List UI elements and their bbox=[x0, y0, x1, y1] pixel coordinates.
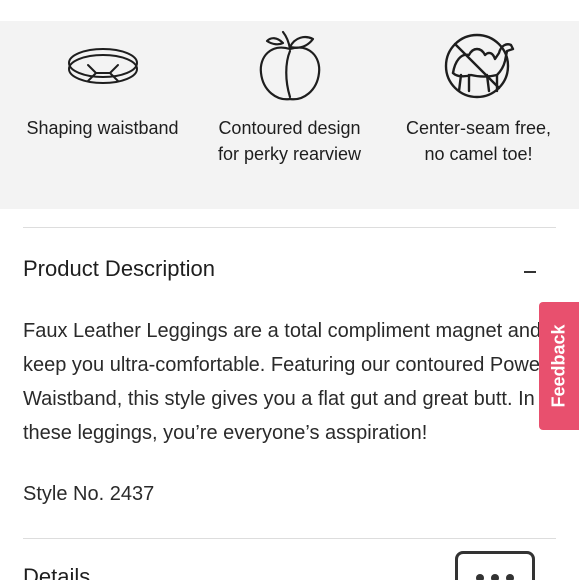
feedback-tab[interactable]: Feedback bbox=[539, 302, 579, 430]
product-description-text: Faux Leather Leggings are a total compli… bbox=[23, 320, 547, 444]
feature-shaping-waistband: Shaping waistband bbox=[6, 21, 199, 209]
feature-center-seam-free: Center-seam free, no camel toe! bbox=[382, 21, 575, 209]
peach-icon bbox=[257, 29, 323, 108]
style-number: Style No. 2437 bbox=[23, 483, 155, 505]
ellipsis-dot bbox=[491, 574, 499, 580]
ellipsis-dot bbox=[476, 574, 484, 580]
feature-caption: Shaping waistband bbox=[26, 118, 179, 138]
feature-band: Shaping waistband Contoured design for p… bbox=[0, 21, 579, 209]
ellipsis-dot bbox=[506, 574, 514, 580]
rotating-arrows-waistband-icon bbox=[66, 41, 140, 96]
collapse-toggle-button[interactable] bbox=[520, 262, 542, 282]
feature-contoured-design: Contoured design for perky rearview bbox=[193, 21, 386, 209]
divider bbox=[23, 538, 556, 539]
no-camel-icon bbox=[441, 31, 517, 106]
feature-caption: Contoured design for perky rearview bbox=[217, 118, 362, 164]
details-heading[interactable]: Details bbox=[23, 562, 90, 580]
minus-icon bbox=[524, 271, 536, 273]
product-description-heading[interactable]: Product Description bbox=[23, 254, 215, 284]
product-page: Shaping waistband Contoured design for p… bbox=[0, 0, 579, 580]
feedback-label: Feedback bbox=[548, 324, 569, 408]
top-strip bbox=[0, 0, 579, 21]
chat-button[interactable] bbox=[455, 551, 535, 580]
divider bbox=[23, 227, 556, 228]
feature-caption: Center-seam free, no camel toe! bbox=[405, 118, 552, 164]
